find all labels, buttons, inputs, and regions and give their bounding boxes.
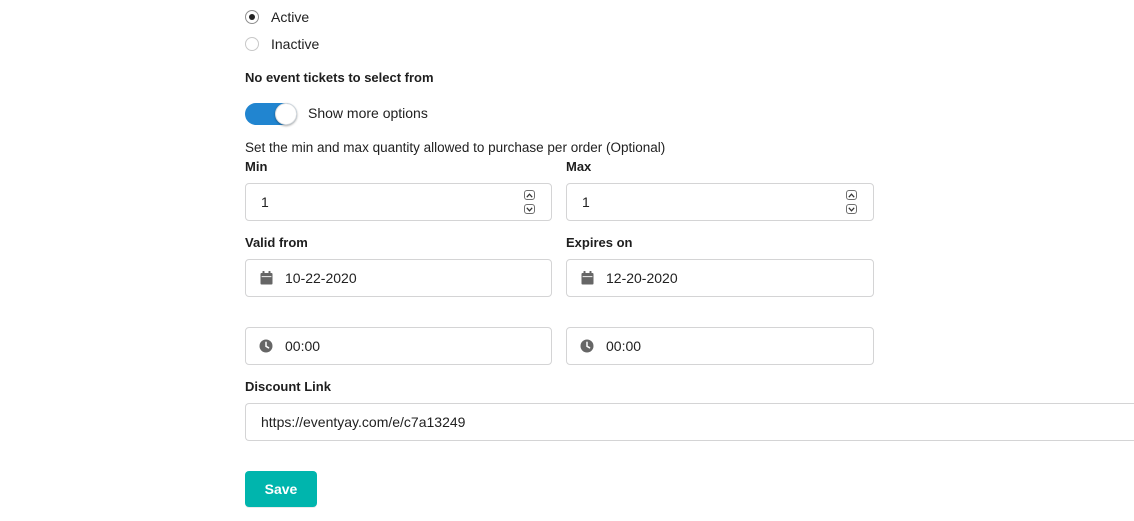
status-active-label[interactable]: Active xyxy=(271,9,309,25)
toggle-knob[interactable] xyxy=(275,103,297,125)
max-quantity-value[interactable]: 1 xyxy=(582,194,590,210)
save-button[interactable]: Save xyxy=(245,471,317,507)
min-increment-button[interactable] xyxy=(524,190,535,200)
min-quantity-input[interactable]: 1 xyxy=(245,183,552,221)
status-active-option[interactable]: Active xyxy=(245,8,309,26)
min-quantity-stepper[interactable] xyxy=(524,190,537,214)
max-increment-button[interactable] xyxy=(846,190,857,200)
discount-link-value[interactable]: https://eventyay.com/e/c7a13249 xyxy=(261,414,465,430)
max-decrement-button[interactable] xyxy=(846,204,857,214)
max-quantity-stepper[interactable] xyxy=(846,190,859,214)
valid-from-label: Valid from xyxy=(245,235,308,250)
max-label: Max xyxy=(566,159,592,174)
status-inactive-label[interactable]: Inactive xyxy=(271,36,319,52)
chevron-up-icon xyxy=(848,192,855,198)
quantity-description: Set the min and max quantity allowed to … xyxy=(245,140,666,155)
show-more-options-label[interactable]: Show more options xyxy=(308,105,428,121)
clock-icon xyxy=(580,339,594,353)
discount-link-label: Discount Link xyxy=(245,379,331,394)
status-inactive-radio[interactable] xyxy=(245,37,259,51)
chevron-down-icon xyxy=(848,206,855,212)
status-inactive-option[interactable]: Inactive xyxy=(245,35,319,53)
clock-icon xyxy=(259,339,273,353)
valid-from-time-value[interactable]: 00:00 xyxy=(285,338,320,354)
valid-from-date-input[interactable]: 10-22-2020 xyxy=(245,259,552,297)
min-quantity-value[interactable]: 1 xyxy=(261,194,269,210)
min-label: Min xyxy=(245,159,268,174)
expires-on-label: Expires on xyxy=(566,235,633,250)
chevron-up-icon xyxy=(526,192,533,198)
valid-from-time-input[interactable]: 00:00 xyxy=(245,327,552,365)
show-more-options-toggle[interactable] xyxy=(245,103,297,125)
valid-from-date-value[interactable]: 10-22-2020 xyxy=(285,270,357,286)
calendar-icon xyxy=(259,271,273,285)
expires-on-time-input[interactable]: 00:00 xyxy=(566,327,874,365)
chevron-down-icon xyxy=(526,206,533,212)
min-decrement-button[interactable] xyxy=(524,204,535,214)
discount-link-input[interactable]: https://eventyay.com/e/c7a13249 xyxy=(245,403,1134,441)
calendar-icon xyxy=(580,271,594,285)
max-quantity-input[interactable]: 1 xyxy=(566,183,874,221)
expires-on-time-value[interactable]: 00:00 xyxy=(606,338,641,354)
status-active-radio[interactable] xyxy=(245,10,259,24)
expires-on-date-value[interactable]: 12-20-2020 xyxy=(606,270,678,286)
expires-on-date-input[interactable]: 12-20-2020 xyxy=(566,259,874,297)
tickets-notice: No event tickets to select from xyxy=(245,70,434,85)
